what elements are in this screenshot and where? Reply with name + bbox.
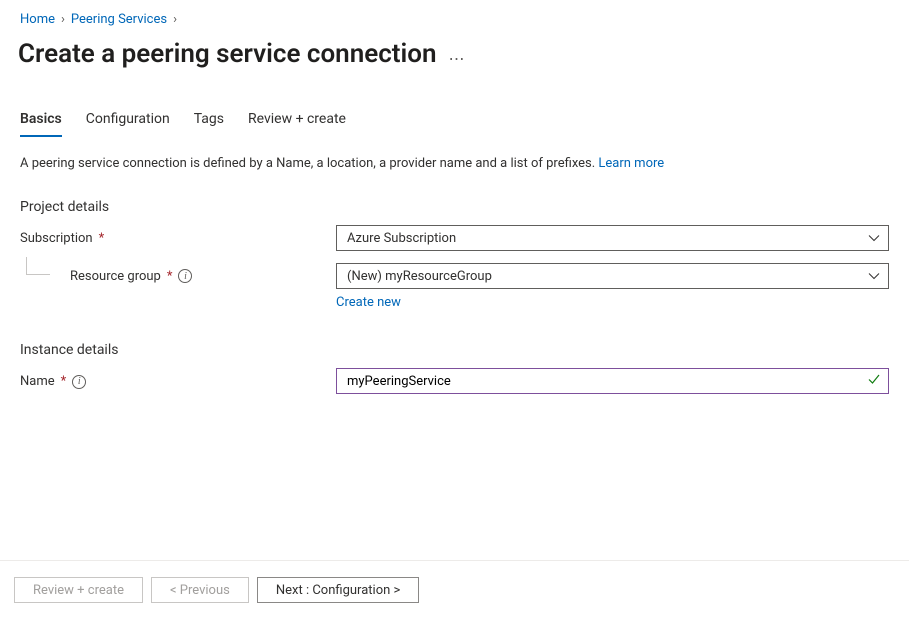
row-name: Name * i [20, 368, 889, 394]
footer-actions: Review + create < Previous Next : Config… [0, 560, 909, 621]
checkmark-icon [867, 372, 881, 390]
info-icon[interactable]: i [72, 375, 86, 389]
name-input[interactable] [336, 368, 889, 394]
create-new-link[interactable]: Create new [336, 295, 401, 310]
resource-group-value: (New) myResourceGroup [347, 269, 492, 284]
learn-more-link[interactable]: Learn more [598, 156, 664, 171]
breadcrumb-home[interactable]: Home [20, 12, 55, 27]
chevron-down-icon [868, 270, 880, 282]
info-icon[interactable]: i [178, 269, 192, 283]
tree-connector-icon [26, 257, 50, 275]
required-indicator: * [61, 374, 67, 389]
required-indicator: * [99, 231, 105, 246]
tab-configuration[interactable]: Configuration [86, 111, 170, 137]
section-project-details: Project details [0, 171, 909, 225]
chevron-down-icon [868, 232, 880, 244]
label-name: Name [20, 374, 55, 389]
breadcrumb-peering-services[interactable]: Peering Services [71, 12, 167, 27]
tab-description: A peering service connection is defined … [0, 138, 909, 171]
chevron-right-icon: › [173, 12, 177, 27]
row-subscription: Subscription * Azure Subscription [20, 225, 889, 251]
next-button[interactable]: Next : Configuration > [257, 577, 419, 603]
review-create-button: Review + create [14, 577, 143, 603]
resource-group-select[interactable]: (New) myResourceGroup [336, 263, 889, 289]
more-icon[interactable]: ⋯ [449, 41, 466, 68]
tab-basics[interactable]: Basics [20, 111, 62, 137]
label-subscription: Subscription [20, 231, 93, 246]
tab-review-create[interactable]: Review + create [248, 111, 346, 137]
chevron-right-icon: › [61, 12, 65, 27]
page-title-row: Create a peering service connection ⋯ [0, 33, 909, 79]
previous-button: < Previous [151, 577, 249, 603]
subscription-select[interactable]: Azure Subscription [336, 225, 889, 251]
required-indicator: * [167, 269, 173, 284]
row-resource-group: Resource group * i (New) myResourceGroup… [20, 263, 889, 310]
section-instance-details: Instance details [0, 314, 909, 368]
tabs: Basics Configuration Tags Review + creat… [0, 79, 909, 138]
page-title: Create a peering service connection [18, 39, 437, 69]
breadcrumb: Home › Peering Services › [0, 0, 909, 33]
description-text: A peering service connection is defined … [20, 156, 598, 171]
subscription-value: Azure Subscription [347, 231, 456, 246]
label-resource-group: Resource group [70, 269, 161, 284]
tab-tags[interactable]: Tags [194, 111, 224, 137]
